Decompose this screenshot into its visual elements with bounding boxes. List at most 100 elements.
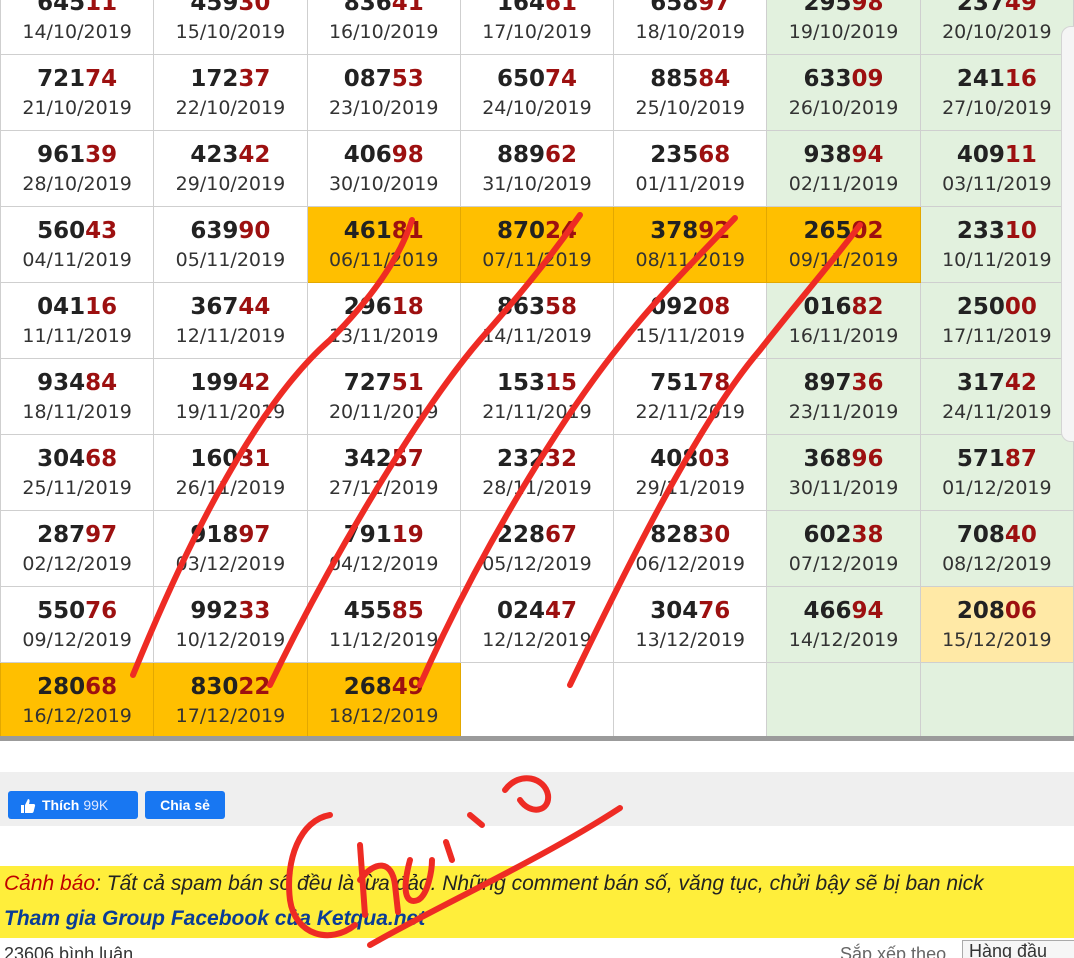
result-cell: 70840 08/12/2019 — [919, 510, 1074, 587]
result-date: 06/12/2019 — [635, 552, 746, 575]
number-tail: 41 — [391, 0, 424, 16]
number-tail: 36 — [851, 369, 884, 396]
number-head: 268 — [343, 673, 392, 700]
result-number: 91897 — [155, 520, 306, 550]
warning-text: : Tất cả spam bán số đều là lừa đảo. Nhữ… — [95, 872, 984, 895]
result-date: 19/11/2019 — [175, 400, 286, 423]
table-row: 55076 09/12/2019 99233 10/12/2019 45585 11/12… — [0, 586, 1074, 663]
number-head: 934 — [37, 369, 86, 396]
result-number: 28068 — [2, 672, 153, 702]
result-cell: 23232 28/11/2019 — [459, 434, 615, 511]
result-date: 16/10/2019 — [328, 20, 439, 43]
table-row: 93484 18/11/2019 19942 19/11/2019 72751 20/11… — [0, 358, 1074, 435]
result-date: 16/12/2019 — [22, 704, 132, 727]
number-tail: 68 — [85, 673, 118, 700]
result-cell: 40911 03/11/2019 — [919, 130, 1074, 207]
scrollbar-thumb[interactable] — [1061, 26, 1074, 442]
number-tail: 85 — [391, 597, 424, 624]
number-tail: 06 — [1004, 597, 1037, 624]
number-head: 828 — [650, 521, 699, 548]
result-number: 30476 — [615, 596, 766, 626]
number-tail: 58 — [544, 293, 577, 320]
number-tail: 00 — [1004, 293, 1037, 320]
number-tail: 92 — [698, 217, 731, 244]
number-tail: 16 — [85, 293, 118, 320]
result-number: 08753 — [308, 64, 459, 94]
result-number: 93894 — [768, 140, 919, 170]
result-number: 70840 — [921, 520, 1072, 550]
number-head: 342 — [343, 445, 392, 472]
result-date: 17/10/2019 — [482, 20, 592, 43]
result-number: 31742 — [921, 368, 1072, 398]
result-date: 31/10/2019 — [482, 172, 592, 195]
result-date: 23/10/2019 — [328, 96, 439, 119]
result-cell: 17237 22/10/2019 — [153, 54, 308, 131]
result-number: 29618 — [308, 292, 459, 322]
number-tail: 11 — [1004, 141, 1037, 168]
number-tail: 78 — [698, 369, 731, 396]
number-tail: 94 — [851, 597, 884, 624]
facebook-group-link[interactable]: Tham gia Group Facebook của Ketqua.net — [4, 907, 425, 931]
number-tail: 37 — [238, 65, 271, 92]
number-head: 172 — [190, 65, 239, 92]
number-tail: 40 — [1004, 521, 1037, 548]
result-cell: 87024 07/11/2019 — [459, 206, 615, 283]
result-date: 22/11/2019 — [635, 400, 746, 423]
result-number: 16461 — [461, 0, 612, 18]
warning-label: Cảnh báo — [4, 872, 96, 895]
result-cell: 28068 16/12/2019 — [0, 662, 155, 739]
sort-select[interactable]: Hàng đầu — [962, 940, 1074, 958]
table-row: 30468 25/11/2019 16031 26/11/2019 34257 27/11… — [0, 434, 1074, 511]
number-tail: 61 — [544, 0, 577, 16]
number-head: 830 — [190, 673, 239, 700]
result-cell — [766, 662, 921, 739]
result-number: 96139 — [2, 140, 153, 170]
result-date: 10/12/2019 — [175, 628, 286, 651]
number-head: 885 — [650, 65, 699, 92]
result-number: 88584 — [615, 64, 766, 94]
result-date: 27/10/2019 — [942, 96, 1052, 119]
sort-label: Sắp xếp theo — [840, 944, 947, 958]
number-head: 650 — [496, 65, 545, 92]
result-number: 72174 — [2, 64, 153, 94]
result-date: 04/12/2019 — [328, 552, 439, 575]
result-date: 14/12/2019 — [788, 628, 899, 651]
result-cell: 46694 14/12/2019 — [766, 586, 921, 663]
number-tail: 96 — [851, 445, 884, 472]
result-date: 11/11/2019 — [22, 324, 132, 347]
number-head: 836 — [343, 0, 392, 16]
result-cell: 16031 26/11/2019 — [153, 434, 308, 511]
result-date: 15/11/2019 — [635, 324, 746, 347]
result-number: 60238 — [768, 520, 919, 550]
result-number: 16031 — [155, 444, 306, 474]
number-tail: 74 — [544, 65, 577, 92]
comment-count: 23606 bình luận — [4, 944, 134, 958]
result-cell: 37892 08/11/2019 — [613, 206, 768, 283]
number-head: 304 — [650, 597, 699, 624]
facebook-like-button[interactable]: Thích 99K — [8, 791, 138, 819]
number-head: 602 — [803, 521, 852, 548]
number-tail: 42 — [238, 369, 271, 396]
number-head: 708 — [956, 521, 1005, 548]
result-cell: 04116 11/11/2019 — [0, 282, 155, 359]
thumbs-up-icon — [21, 799, 36, 814]
number-head: 455 — [343, 597, 392, 624]
result-number: 65897 — [615, 0, 766, 18]
number-head: 897 — [803, 369, 852, 396]
result-cell: 63990 05/11/2019 — [153, 206, 308, 283]
result-cell: 34257 27/11/2019 — [306, 434, 461, 511]
number-head: 721 — [37, 65, 86, 92]
number-tail: 68 — [85, 445, 118, 472]
number-tail: 81 — [391, 217, 424, 244]
result-date: 28/10/2019 — [22, 172, 132, 195]
number-head: 280 — [37, 673, 86, 700]
result-cell: 45930 15/10/2019 — [153, 0, 308, 55]
result-cell: 23749 20/10/2019 — [919, 0, 1074, 55]
number-tail: 90 — [238, 217, 271, 244]
facebook-share-button[interactable]: Chia sẻ — [145, 791, 225, 819]
result-date: 29/11/2019 — [635, 476, 746, 499]
result-cell: 46181 06/11/2019 — [306, 206, 461, 283]
number-tail: 30 — [238, 0, 271, 16]
number-head: 160 — [190, 445, 239, 472]
result-cell: 93894 02/11/2019 — [766, 130, 921, 207]
